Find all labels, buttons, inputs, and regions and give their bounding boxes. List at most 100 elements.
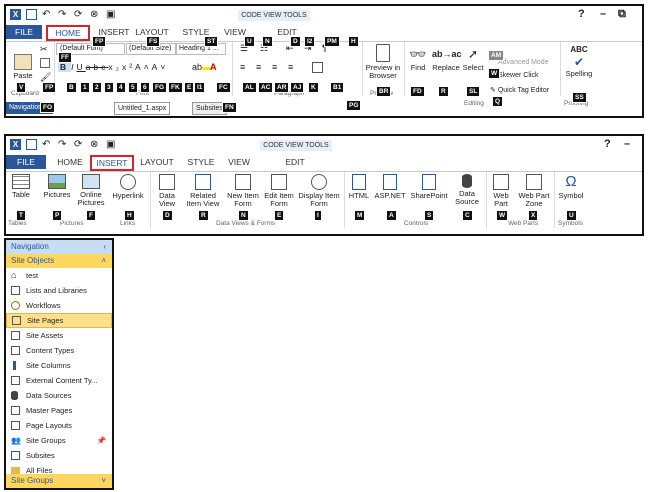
data-view-button[interactable]: Data View bbox=[152, 174, 182, 208]
strikethrough-icon[interactable]: abc bbox=[86, 62, 109, 72]
tab-file[interactable]: FILE bbox=[6, 25, 42, 39]
subscript-icon[interactable]: x₂ bbox=[108, 62, 122, 72]
site-objects-section[interactable]: Site Objects ˄ bbox=[6, 254, 112, 268]
tab-home[interactable]: HOME bbox=[46, 25, 90, 41]
nav-item-label: Content Types bbox=[26, 346, 75, 355]
tab-edit[interactable]: EDIT bbox=[280, 155, 310, 169]
keytip-r: R bbox=[438, 86, 449, 97]
nav-item-site-pages[interactable]: Site Pages bbox=[6, 313, 112, 328]
find-button[interactable]: 👓 Find bbox=[406, 46, 430, 72]
aspnet-label: ASP.NET bbox=[374, 191, 406, 200]
data-source-button[interactable]: Data Source bbox=[452, 174, 482, 206]
superscript-icon[interactable]: x² bbox=[122, 62, 135, 72]
refresh-icon[interactable]: ⟳ bbox=[74, 139, 85, 150]
advanced-mode-label: Advanced Mode bbox=[498, 59, 549, 66]
undo-icon[interactable]: ↶ bbox=[42, 9, 53, 20]
nav-item-site-assets[interactable]: Site Assets bbox=[6, 328, 112, 343]
symbol-button[interactable]: Ω Symbol bbox=[556, 174, 586, 200]
tab-style[interactable]: STYLE bbox=[184, 155, 218, 169]
align-center-icon[interactable]: ≡ bbox=[256, 62, 261, 72]
quick-access-toolbar: X ↶ ↷ ⟳ ⊗ ▣ bbox=[6, 6, 117, 22]
copy-icon[interactable] bbox=[40, 58, 50, 68]
minimize-icon[interactable]: – bbox=[600, 8, 606, 20]
home-icon: ⌂ bbox=[11, 270, 17, 280]
redo-icon[interactable]: ↷ bbox=[58, 9, 69, 20]
pin-icon[interactable]: 📌 bbox=[97, 433, 106, 448]
stop-icon[interactable]: ⊗ bbox=[90, 9, 101, 20]
borders-icon[interactable] bbox=[312, 62, 323, 73]
html-button[interactable]: HTML bbox=[346, 174, 372, 200]
underline-icon[interactable]: U bbox=[77, 62, 86, 72]
sharepoint-button[interactable]: SharePoint bbox=[408, 174, 450, 200]
nav-item-external-content-types[interactable]: External Content Ty... bbox=[6, 373, 112, 388]
table-button[interactable]: Table bbox=[8, 174, 34, 199]
nav-item-site-groups[interactable]: 👥 Site Groups 📌 bbox=[6, 433, 112, 448]
tab-home[interactable]: HOME bbox=[50, 155, 90, 169]
bold-icon[interactable]: B bbox=[58, 62, 72, 72]
nav-item-subsites[interactable]: Subsites bbox=[6, 448, 112, 463]
aspnet-button[interactable]: ASP.NET bbox=[374, 174, 406, 200]
preview-icon[interactable]: ▣ bbox=[106, 9, 117, 20]
hyperlink-button[interactable]: Hyperlink bbox=[110, 174, 146, 200]
display-item-form-button[interactable]: Display Item Form bbox=[298, 174, 340, 208]
keytip-k: K bbox=[308, 82, 319, 93]
align-left-icon[interactable]: ≡ bbox=[240, 62, 245, 72]
nav-item-site-columns[interactable]: Site Columns bbox=[6, 358, 112, 373]
preview-icon[interactable]: ▣ bbox=[106, 139, 117, 150]
highlight-color-icon[interactable]: ab bbox=[192, 62, 213, 72]
cut-icon[interactable]: ✂ bbox=[40, 44, 48, 55]
grow-font-icon[interactable]: A˄ bbox=[135, 62, 152, 72]
refresh-icon[interactable]: ⟳ bbox=[74, 9, 85, 20]
collapse-left-icon[interactable]: ‹ bbox=[103, 240, 106, 254]
minimize-icon[interactable]: – bbox=[624, 138, 630, 150]
online-pictures-button[interactable]: Online Pictures bbox=[74, 174, 108, 207]
new-item-form-button[interactable]: New Item Form bbox=[226, 174, 260, 208]
keytip-3: 3 bbox=[104, 82, 114, 93]
nav-item-lists-libraries[interactable]: Lists and Libraries bbox=[6, 283, 112, 298]
skewer-click-button[interactable]: Skewer Click bbox=[498, 72, 538, 79]
nav-item-master-pages[interactable]: Master Pages bbox=[6, 403, 112, 418]
align-right-icon[interactable]: ≡ bbox=[272, 62, 277, 72]
nav-item-label: Master Pages bbox=[26, 406, 73, 415]
save-icon[interactable] bbox=[26, 8, 37, 20]
keytip-fo: FO bbox=[40, 102, 56, 113]
related-item-view-button[interactable]: Related Item View bbox=[182, 174, 224, 208]
shrink-font-icon[interactable]: A˅ bbox=[152, 62, 169, 72]
advanced-mode-button[interactable]: Advanced Mode bbox=[498, 59, 549, 66]
keytip-e: E bbox=[274, 210, 285, 221]
select-button[interactable]: ➚ Select bbox=[460, 46, 486, 72]
heading-style-select[interactable]: Heading 1 ... bbox=[176, 43, 226, 55]
tab-insert[interactable]: INSERT bbox=[90, 155, 134, 171]
web-part-button[interactable]: Web Part bbox=[488, 174, 514, 208]
navigation-title: Navigation bbox=[11, 242, 49, 251]
spelling-button[interactable]: ABC ✔ Spelling bbox=[562, 46, 596, 78]
keytip-fn: FN bbox=[222, 102, 237, 113]
help-icon[interactable]: ? bbox=[604, 138, 611, 150]
web-part-zone-button[interactable]: Web Part Zone bbox=[516, 174, 552, 208]
redo-icon[interactable]: ↷ bbox=[58, 139, 69, 150]
quick-tag-editor-button[interactable]: ✎ Quick Tag Editor bbox=[490, 86, 549, 94]
preview-in-browser-button[interactable]: Preview in Browser bbox=[364, 44, 402, 80]
tab-layout[interactable]: LAYOUT bbox=[138, 155, 176, 169]
replace-button[interactable]: ab→ac Replace bbox=[432, 46, 462, 72]
nav-item-data-sources[interactable]: Data Sources bbox=[6, 388, 112, 403]
undo-icon[interactable]: ↶ bbox=[42, 139, 53, 150]
tab-file[interactable]: FILE bbox=[6, 155, 46, 169]
paste-button[interactable]: Paste bbox=[10, 54, 36, 80]
keytip-fg: FG bbox=[152, 82, 168, 93]
nav-item-test[interactable]: ⌂ test bbox=[6, 268, 112, 283]
edit-item-form-button[interactable]: Edit Item Form bbox=[262, 174, 296, 208]
font-color-icon[interactable]: A bbox=[210, 62, 217, 72]
justify-icon[interactable]: ≡ bbox=[288, 62, 293, 72]
nav-item-workflows[interactable]: Workflows bbox=[6, 298, 112, 313]
doc-tab-untitled[interactable]: Untitled_1.aspx bbox=[114, 102, 171, 115]
restore-icon[interactable]: ⧉ bbox=[618, 8, 626, 21]
help-icon[interactable]: ? bbox=[578, 8, 585, 20]
nav-item-page-layouts[interactable]: Page Layouts bbox=[6, 418, 112, 433]
tab-view[interactable]: VIEW bbox=[224, 155, 254, 169]
pictures-button[interactable]: Pictures bbox=[42, 174, 72, 199]
site-groups-section[interactable]: Site Groups ˅ bbox=[6, 474, 112, 488]
nav-item-content-types[interactable]: Content Types bbox=[6, 343, 112, 358]
stop-icon[interactable]: ⊗ bbox=[90, 139, 101, 150]
save-icon[interactable] bbox=[26, 138, 37, 150]
